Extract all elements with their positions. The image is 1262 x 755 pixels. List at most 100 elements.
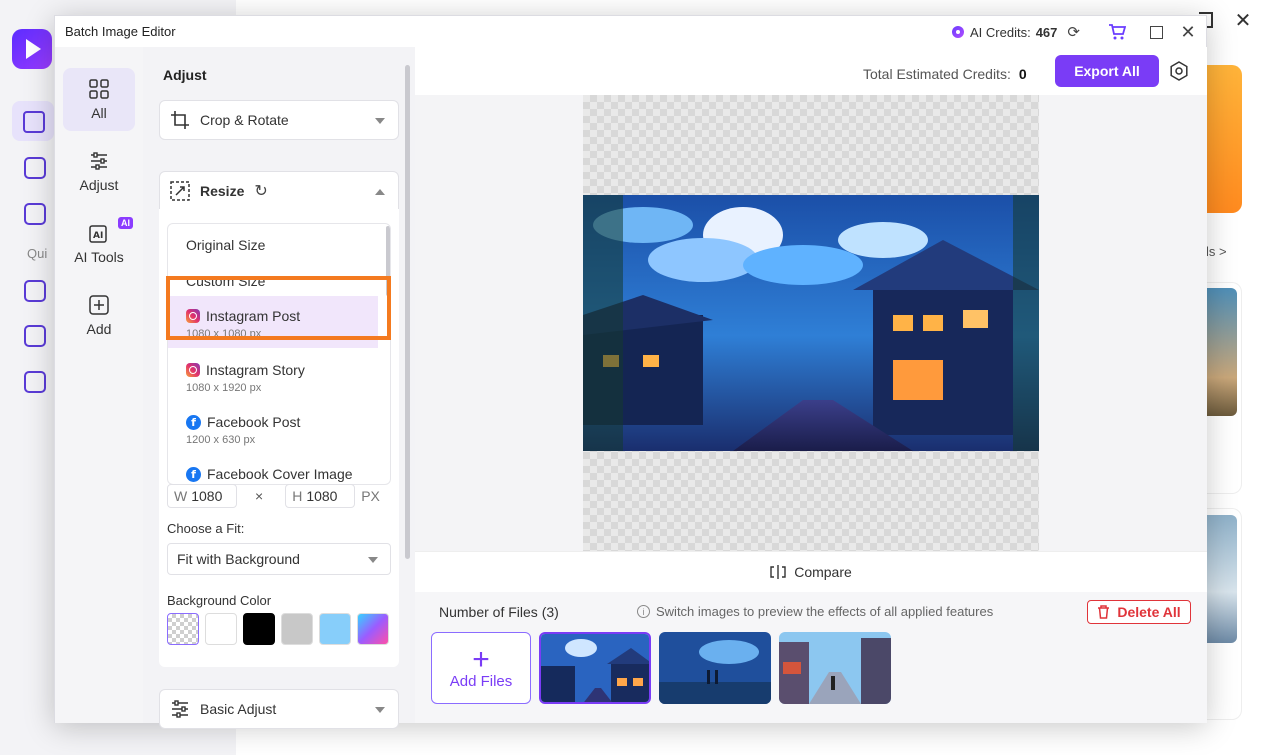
preview-image [583,195,1039,451]
width-value: 1080 [191,488,223,504]
size-option-dimensions: 1080 x 1080 px [186,328,262,340]
size-option-label: Facebook Post [207,414,301,430]
width-field[interactable]: W 1080 [167,484,237,508]
toolbox-nav-icon[interactable] [24,157,46,179]
size-option-original[interactable]: Original Size [168,237,378,253]
height-field[interactable]: H 1080 [285,484,356,508]
swatch-transparent[interactable] [167,613,199,645]
settings-gear-icon[interactable] [1169,61,1189,81]
crop-icon [170,110,190,130]
compare-button[interactable]: Compare [415,551,1207,591]
credits-icon [952,26,964,38]
file-thumbnail[interactable] [779,632,891,704]
media-nav-icon[interactable] [24,371,46,393]
background-card-image [1206,515,1237,643]
swatch-light-blue[interactable] [319,613,351,645]
rail-item-label: Adjust [79,177,119,193]
dialog-title: Batch Image Editor [65,24,176,39]
credits-label: AI Credits: [970,24,1031,40]
file-thumbnail[interactable] [659,632,771,704]
compare-label: Compare [794,563,852,580]
cart-icon[interactable] [1106,21,1128,43]
swatch-black[interactable] [243,613,275,645]
maximize-icon[interactable] [1145,21,1167,43]
rail-item-add[interactable]: Add [63,284,135,347]
home-nav-icon[interactable] [12,101,54,141]
export-all-button[interactable]: Export All [1055,55,1159,87]
background-close-icon[interactable]: ✕ [1232,10,1254,32]
compare-icon [770,564,786,579]
svg-text:AI: AI [93,231,103,241]
refresh-credits-icon[interactable]: ⟳ [1067,23,1080,41]
swatch-white[interactable] [205,613,237,645]
chevron-down-icon [368,557,378,563]
rail-item-label: Add [86,321,112,337]
size-option-label: Instagram Post [206,308,301,324]
estimated-credits: Total Estimated Credits: 0 [863,66,1027,82]
credits-value: 467 [1035,24,1058,40]
resize-body: Original Size Custom Size Instagram Post… [159,209,399,667]
background-see-all-link[interactable]: ls > [1206,244,1227,259]
crop-rotate-section[interactable]: Crop & Rotate [159,100,399,140]
reset-icon[interactable]: ↻ [254,181,267,201]
main-topbar: Total Estimated Credits: 0 Export All [415,47,1207,95]
add-files-label: Add Files [449,672,513,690]
files-hint: i Switch images to preview the effects o… [637,604,993,619]
panel-scrollbar[interactable] [405,65,410,559]
size-option-dimensions: 1200 x 630 px [186,434,256,446]
files-hint-text: Switch images to preview the effects of … [656,604,994,619]
width-label: W [174,488,188,504]
files-count: Number of Files (3) [439,604,559,620]
files-area: Number of Files (3) i Switch images to p… [415,592,1207,723]
rail-item-all[interactable]: All [63,68,135,131]
rail-item-adjust[interactable]: Adjust [63,140,135,203]
file-thumbnail[interactable] [539,632,651,704]
size-option-instagram-story[interactable]: Instagram Story 1080 x 1920 px [168,362,378,394]
facebook-icon: f [186,466,201,482]
document-nav-icon[interactable] [24,203,46,225]
size-option-label: Instagram Story [206,362,305,378]
size-option-custom[interactable]: Custom Size [168,273,378,289]
add-files-button[interactable]: + Add Files [431,632,531,704]
adjust-panel: Adjust Crop & Rotate Resize ↻ Original S… [143,47,415,729]
height-value: 1080 [306,488,338,504]
instagram-icon [186,363,200,377]
times-sign: × [255,488,264,504]
background-swatches [167,613,389,645]
rail-item-ai-tools[interactable]: AI AI AI Tools [63,212,135,275]
swatch-gray[interactable] [281,613,313,645]
basic-adjust-section[interactable]: Basic Adjust [159,689,399,729]
preview-area [415,95,1207,551]
size-option-facebook-cover[interactable]: f Facebook Cover Image [168,466,378,482]
ai-credits: AI Credits: 467 ⟳ [952,23,1080,41]
delete-all-button[interactable]: Delete All [1087,600,1191,624]
tool-rail: All Adjust AI AI AI Tools Add [55,47,143,723]
size-option-instagram-post[interactable]: Instagram Post 1080 x 1080 px [168,296,378,348]
fit-select[interactable]: Fit with Background [167,543,391,575]
size-option-facebook-post[interactable]: f Facebook Post 1200 x 630 px [168,414,378,446]
close-dialog-icon[interactable]: ✕ [1177,21,1199,43]
plus-square-icon [88,294,110,316]
grid-icon [88,78,110,100]
ai-icon: AI [88,222,110,244]
trash-icon [1098,605,1110,619]
fit-label: Choose a Fit: [167,521,245,536]
estimated-credits-label: Total Estimated Credits: [863,66,1011,82]
resize-label: Resize [200,183,245,199]
size-option-label: Original Size [186,237,266,253]
resize-section[interactable]: Resize ↻ [159,171,399,211]
crop-rotate-label: Crop & Rotate [200,112,289,128]
background-card-image [1206,288,1237,416]
sliders-icon [170,699,190,719]
edit-nav-icon[interactable] [24,325,46,347]
list-scrollbar[interactable] [386,226,390,296]
estimated-credits-value: 0 [1018,66,1027,82]
size-preset-list: Original Size Custom Size Instagram Post… [167,223,391,485]
preview-canvas [583,95,1039,551]
fit-value: Fit with Background [177,551,300,567]
tools-nav-icon[interactable] [24,280,46,302]
batch-image-editor-dialog: Batch Image Editor AI Credits: 467 ⟳ ✕ A… [54,15,1207,729]
swatch-gradient[interactable] [357,613,389,645]
rail-item-label: AI Tools [74,249,124,265]
chevron-down-icon [375,707,385,713]
